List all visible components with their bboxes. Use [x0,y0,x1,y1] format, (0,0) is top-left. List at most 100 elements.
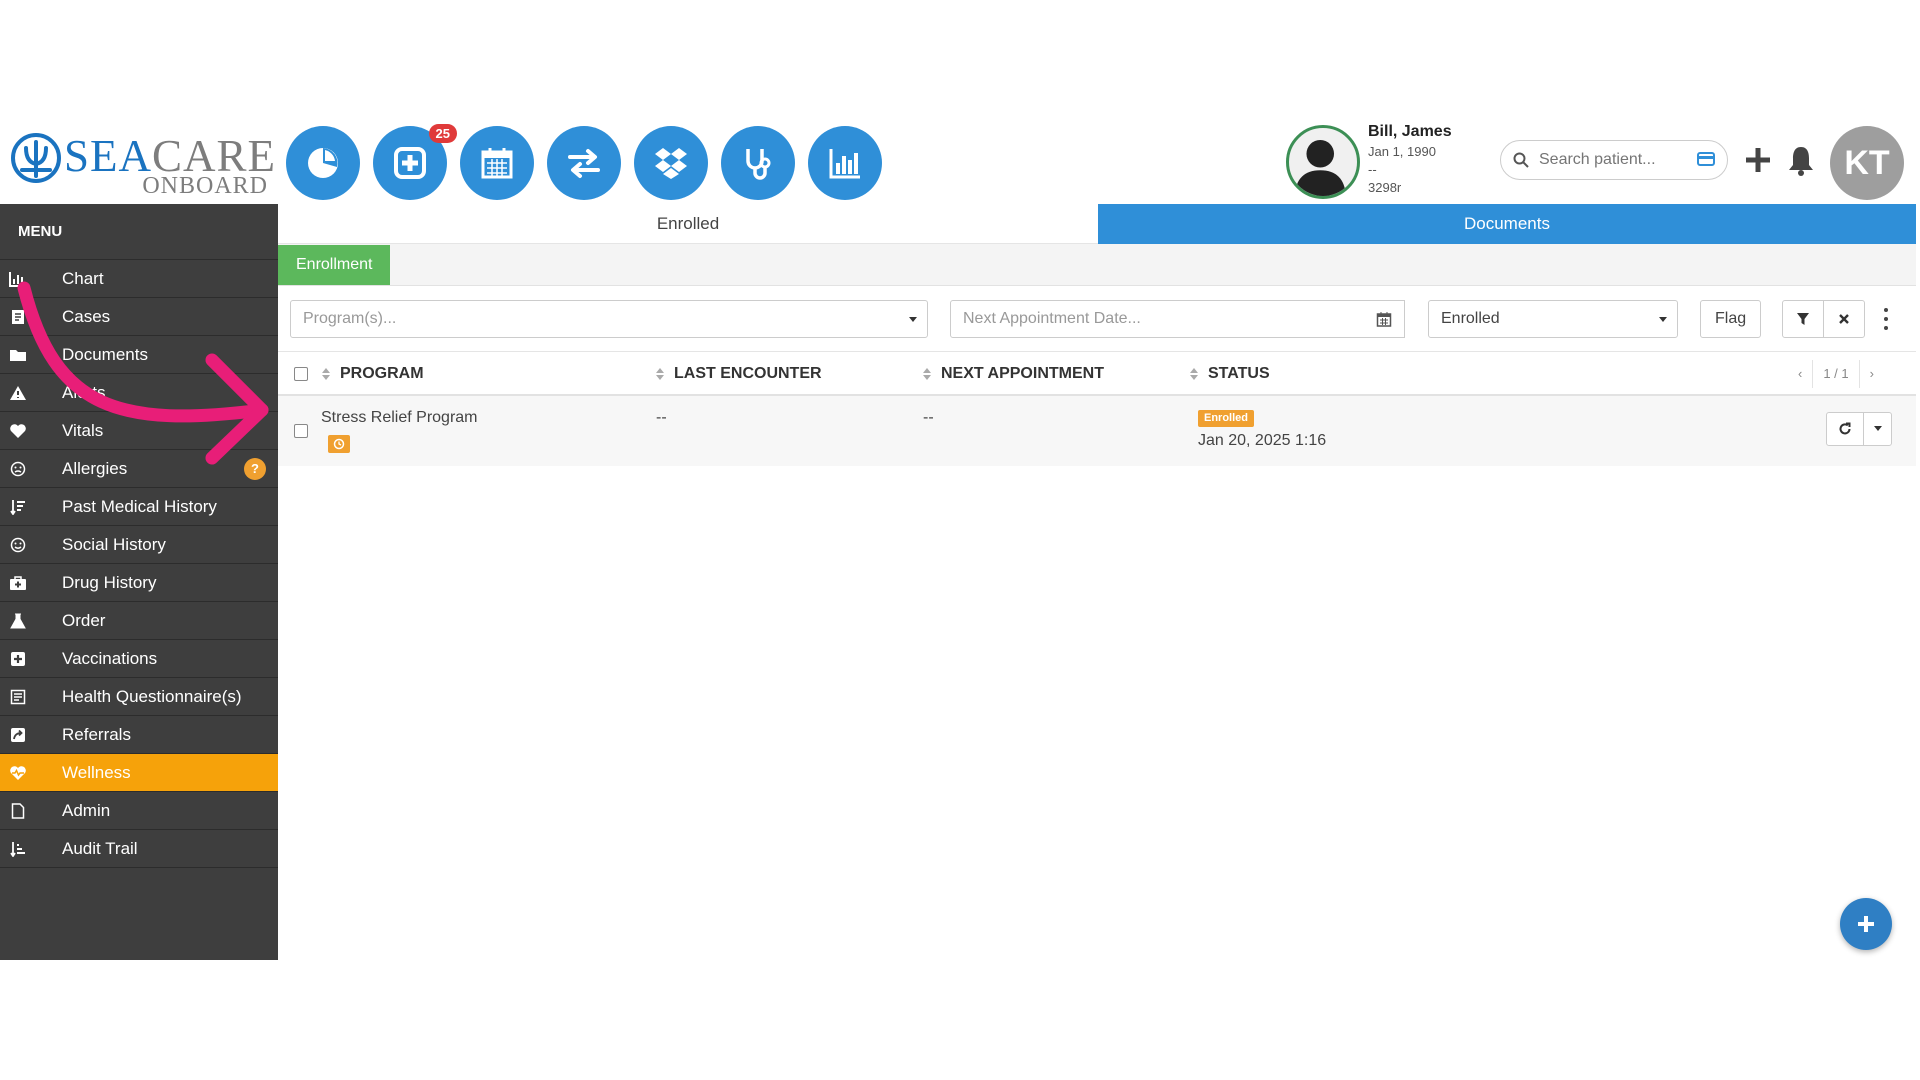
sidebar-item-wellness[interactable]: Wellness [0,754,278,792]
flag-button[interactable]: Flag [1700,300,1762,338]
allergy-icon [10,461,26,476]
card-scan-icon[interactable] [1697,152,1715,166]
programs-select-placeholder: Program(s)... [303,310,397,327]
nav-encounter-button[interactable]: 25 [373,124,457,200]
enrollment-button[interactable]: Enrollment [278,245,391,285]
chart-icon [9,271,26,287]
sort-icon [923,368,931,380]
patient-search-input[interactable] [1539,151,1689,169]
patient-id: 3298r [1368,180,1402,195]
sidebar-item-audit-trail[interactable]: Audit Trail [0,830,278,868]
sidebar-item-documents[interactable]: Documents [0,336,278,374]
status-badge: Enrolled [1198,410,1255,427]
sidebar-item-social-history[interactable]: Social History [0,526,278,564]
sidebar-item-label: Admin [62,800,111,820]
pager-prev-button[interactable]: ‹ [1788,360,1812,388]
more-options-icon[interactable] [1876,306,1896,332]
sidebar-item-label: Drug History [62,572,157,592]
filter-button[interactable] [1782,300,1824,338]
patient-avatar[interactable] [1286,125,1360,199]
sidebar-item-past-medical-history[interactable]: Past Medical History [0,488,278,526]
sidebar-item-label: Order [62,610,106,630]
sidebar-item-drug-history[interactable]: Drug History [0,564,278,602]
sidebar-item-alerts[interactable]: Alerts [0,374,278,412]
column-last-encounter[interactable]: LAST ENCOUNTER [656,352,822,396]
table-header: PROGRAM LAST ENCOUNTER NEXT APPOINTMENT … [278,352,1916,396]
date-picker-button[interactable] [1363,300,1405,338]
select-all-checkbox[interactable] [294,367,308,381]
nav-transfer-button[interactable] [547,126,621,200]
pager-page-indicator: 1 / 1 [1812,360,1858,388]
sidebar-item-vaccinations[interactable]: Vaccinations [0,640,278,678]
row-checkbox[interactable] [294,424,308,438]
sort-icon [1190,368,1198,380]
floating-add-button[interactable] [1840,898,1892,950]
column-next-appointment[interactable]: NEXT APPOINTMENT [923,352,1104,396]
status-select[interactable]: Enrolled [1428,300,1678,338]
tab-documents[interactable]: Documents [1098,204,1916,244]
row-actions-dropdown-button[interactable] [1863,413,1891,445]
row-actions [1826,412,1892,446]
action-subbar: Enrollment [278,244,1916,286]
sort-list-icon [10,841,25,857]
social-icon [10,537,26,552]
program-name[interactable]: Stress Relief Program [321,409,478,427]
wellness-program-icon [328,435,350,453]
sidebar: MENU Chart Cases Documents Alerts Vitals… [0,204,278,960]
warning-icon [10,385,26,400]
menu-title: MENU [0,204,278,260]
user-avatar[interactable]: KT [1830,126,1904,200]
sidebar-item-label: Alerts [62,382,106,402]
patient-info-line: -- [1368,162,1377,177]
nav-dashboard-button[interactable] [286,126,360,200]
add-icon[interactable] [1742,144,1774,176]
heartbeat-icon [10,765,26,780]
clear-filters-button[interactable] [1823,300,1865,338]
patient-info[interactable]: Bill, James Jan 1, 1990 -- 3298r [1368,124,1452,195]
nav-calendar-button[interactable] [460,126,534,200]
sidebar-item-order[interactable]: Order [0,602,278,640]
programs-select[interactable]: Program(s)... [290,300,928,338]
sidebar-item-label: Social History [62,534,166,554]
next-appointment-date-input[interactable]: Next Appointment Date... [950,300,1364,338]
seacare-logo[interactable]: SEACARE ONBOARD [10,128,275,200]
nav-reports-button[interactable] [808,126,882,200]
filter-bar: Program(s)... Next Appointment Date... E… [278,286,1916,352]
nav-clinical-button[interactable] [721,126,795,200]
cases-icon [12,309,24,324]
sidebar-item-cases[interactable]: Cases [0,298,278,336]
chevron-down-icon [909,317,917,322]
sidebar-item-label: Vaccinations [62,648,158,668]
pager-next-button[interactable]: › [1858,360,1884,388]
sidebar-item-vitals[interactable]: Vitals [0,412,278,450]
main-content: Enrolled Documents Enrollment Program(s)… [278,204,1916,960]
close-icon [1839,314,1849,324]
sidebar-item-admin[interactable]: Admin [0,792,278,830]
notification-count-badge: 25 [428,124,457,143]
refresh-button[interactable] [1827,413,1863,445]
plus-square-icon [11,651,25,666]
sort-icon [656,368,664,380]
sidebar-item-label: Chart [62,268,104,288]
table-row[interactable]: Stress Relief Program -- -- Enrolled Jan… [278,396,1916,466]
sidebar-item-label: Allergies [62,458,128,478]
sidebar-item-health-questionnaires[interactable]: Health Questionnaire(s) [0,678,278,716]
calendar-icon [481,148,513,179]
tab-enrolled[interactable]: Enrolled [278,204,1098,244]
patient-search-box[interactable] [1500,140,1728,180]
nav-dropbox-button[interactable] [634,126,708,200]
sidebar-item-label: Past Medical History [62,496,217,516]
tab-bar: Enrolled Documents [278,204,1916,244]
sort-icon [322,368,330,380]
column-status[interactable]: STATUS [1190,352,1270,396]
column-program[interactable]: PROGRAM [322,352,424,396]
sidebar-item-allergies[interactable]: Allergies ? [0,450,278,488]
search-icon [1513,152,1529,168]
sidebar-item-label: Documents [62,344,148,364]
sidebar-item-chart[interactable]: Chart [0,260,278,298]
next-appointment-value: -- [923,409,934,426]
notification-bell-icon[interactable] [1786,144,1816,176]
flask-icon [10,613,26,628]
sidebar-item-referrals[interactable]: Referrals [0,716,278,754]
filter-icon [1797,313,1809,325]
